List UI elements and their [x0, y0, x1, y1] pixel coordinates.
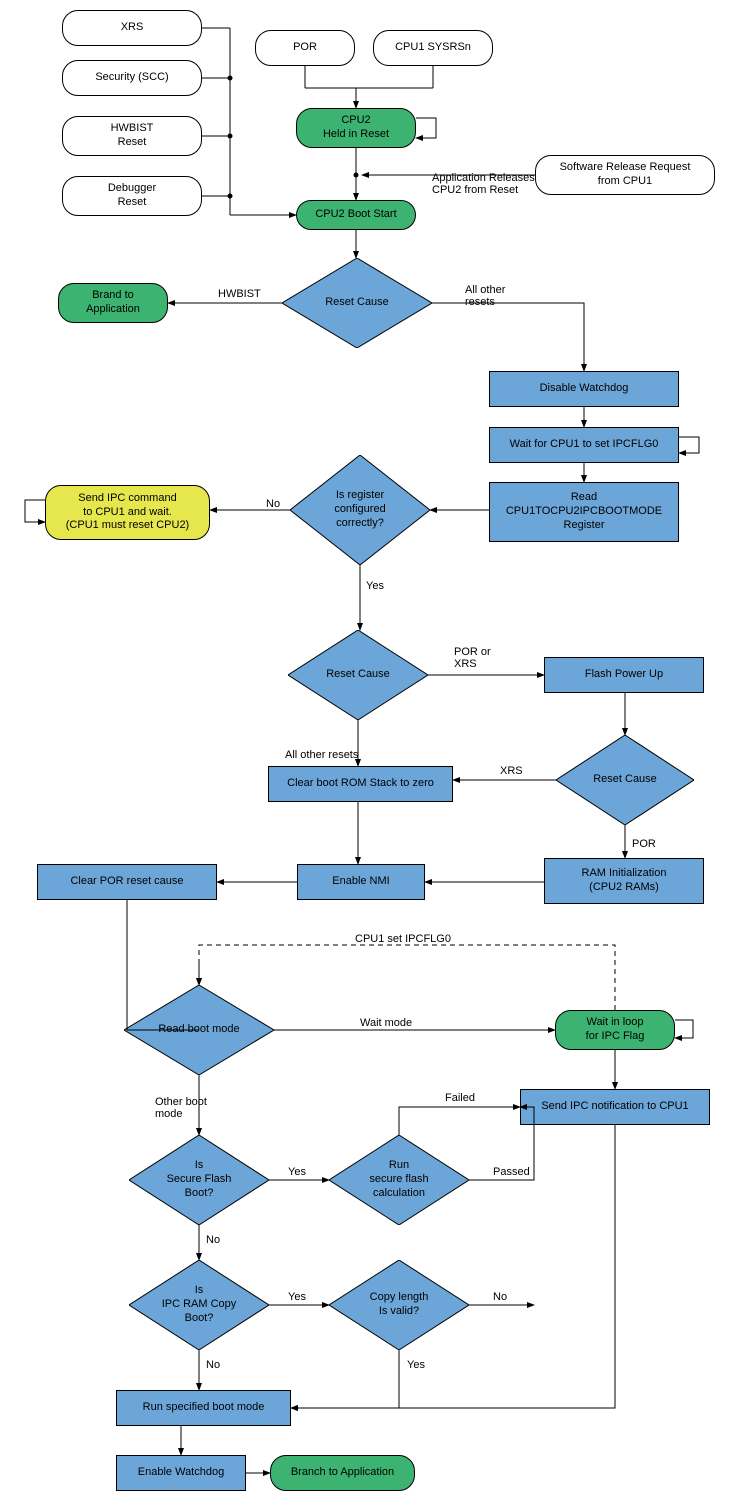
label: Is register configured correctly? [334, 489, 385, 530]
label: Reset Cause [325, 296, 389, 310]
label: Security (SCC) [95, 71, 168, 85]
enable-nmi-node: Enable NMI [297, 864, 425, 900]
label-por: POR [632, 838, 656, 850]
label: Run specified boot mode [143, 1401, 265, 1415]
brand-to-app-node: Brand to Application [58, 283, 168, 323]
label: POR [293, 41, 317, 55]
clear-stack-node: Clear boot ROM Stack to zero [268, 766, 453, 802]
label-failed: Failed [445, 1092, 475, 1104]
label: Send IPC command to CPU1 and wait. (CPU1… [66, 492, 189, 533]
label: Branch to Application [291, 1466, 394, 1480]
reset-cause-3-diamond: Reset Cause [556, 735, 694, 825]
label: Enable Watchdog [138, 1466, 224, 1480]
cpu2-boot-start-node: CPU2 Boot Start [296, 200, 416, 230]
label: HWBIST Reset [111, 122, 154, 150]
label-all-other-1: All other resets [465, 284, 505, 308]
label: CPU2 Boot Start [315, 208, 396, 222]
branch-app-node: Branch to Application [270, 1455, 415, 1491]
cpu1-sysrsn-node: CPU1 SYSRSn [373, 30, 493, 66]
reg-correct-diamond: Is register configured correctly? [290, 455, 430, 565]
xrs-node: XRS [62, 10, 202, 46]
label: Wait in loop for IPC Flag [586, 1016, 645, 1044]
label: Brand to Application [86, 289, 140, 317]
copy-len-diamond: Copy length Is valid? [329, 1260, 469, 1350]
label: XRS [121, 21, 144, 35]
label: Clear POR reset cause [70, 875, 183, 889]
ipc-ram-diamond: Is IPC RAM Copy Boot? [129, 1260, 269, 1350]
label: Copy length Is valid? [370, 1291, 429, 1319]
reset-cause-1-diamond: Reset Cause [282, 258, 432, 348]
label: CPU1 SYSRSn [395, 41, 471, 55]
label-no1: No [266, 498, 280, 510]
label-hwbist: HWBIST [218, 288, 261, 300]
enable-wd-node: Enable Watchdog [116, 1455, 246, 1491]
wait-ipcflg0-node: Wait for CPU1 to set IPCFLG0 [489, 427, 679, 463]
secure-flash-diamond: Is Secure Flash Boot? [129, 1135, 269, 1225]
send-ipc-notif-node: Send IPC notification to CPU1 [520, 1089, 710, 1125]
run-boot-node: Run specified boot mode [116, 1390, 291, 1426]
read-ipc-node: Read CPU1TOCPU2IPCBOOTMODE Register [489, 482, 679, 542]
reset-cause-2-diamond: Reset Cause [288, 630, 428, 720]
label: Debugger Reset [108, 182, 156, 210]
label: Run secure flash calculation [369, 1159, 428, 1200]
label: RAM Initialization (CPU2 RAMs) [582, 867, 667, 895]
label: Disable Watchdog [540, 382, 629, 396]
label-yes1: Yes [366, 580, 384, 592]
label: Read CPU1TOCPU2IPCBOOTMODE Register [506, 491, 662, 532]
label-por-xrs: POR or XRS [454, 646, 491, 670]
clear-por-node: Clear POR reset cause [37, 864, 217, 900]
wait-in-loop-node: Wait in loop for IPC Flag [555, 1010, 675, 1050]
label-no-ipc: No [206, 1359, 220, 1371]
disable-wd-node: Disable Watchdog [489, 371, 679, 407]
flash-pu-node: Flash Power Up [544, 657, 704, 693]
label-yes-ipc: Yes [288, 1291, 306, 1303]
read-boot-mode-diamond: Read boot mode [124, 985, 274, 1075]
label-yes-sf: Yes [288, 1166, 306, 1178]
label-no-sf: No [206, 1234, 220, 1246]
send-ipc-wait-node: Send IPC command to CPU1 and wait. (CPU1… [45, 485, 210, 540]
label-no-copy: No [493, 1291, 507, 1303]
security-node: Security (SCC) [62, 60, 202, 96]
label-other-boot: Other boot mode [155, 1096, 207, 1120]
label-cpu1-ipc: CPU1 set IPCFLG0 [355, 933, 451, 945]
label: Software Release Request from CPU1 [560, 161, 691, 189]
label: Enable NMI [332, 875, 389, 889]
label-xrs: XRS [500, 765, 523, 777]
label: Reset Cause [326, 668, 390, 682]
label-yes-copy: Yes [407, 1359, 425, 1371]
label: Wait for CPU1 to set IPCFLG0 [510, 438, 659, 452]
label: CPU2 Held in Reset [323, 114, 389, 142]
label-wait-mode: Wait mode [360, 1017, 412, 1029]
label-app-releases: Application Releases CPU2 from Reset [432, 172, 535, 196]
label-passed: Passed [493, 1166, 530, 1178]
label-all-other-2: All other resets [285, 749, 358, 761]
label: Is Secure Flash Boot? [167, 1159, 232, 1200]
por-node: POR [255, 30, 355, 66]
label: Send IPC notification to CPU1 [541, 1100, 688, 1114]
label: Is IPC RAM Copy Boot? [162, 1284, 237, 1325]
sw-release-node: Software Release Request from CPU1 [535, 155, 715, 195]
label: Clear boot ROM Stack to zero [287, 777, 434, 791]
label: Flash Power Up [585, 668, 663, 682]
ram-init-node: RAM Initialization (CPU2 RAMs) [544, 858, 704, 904]
label: Reset Cause [593, 773, 657, 787]
run-sfc-diamond: Run secure flash calculation [329, 1135, 469, 1225]
debugger-reset-node: Debugger Reset [62, 176, 202, 216]
hwbist-reset-node: HWBIST Reset [62, 116, 202, 156]
cpu2-held-node: CPU2 Held in Reset [296, 108, 416, 148]
label: Read boot mode [158, 1023, 239, 1037]
